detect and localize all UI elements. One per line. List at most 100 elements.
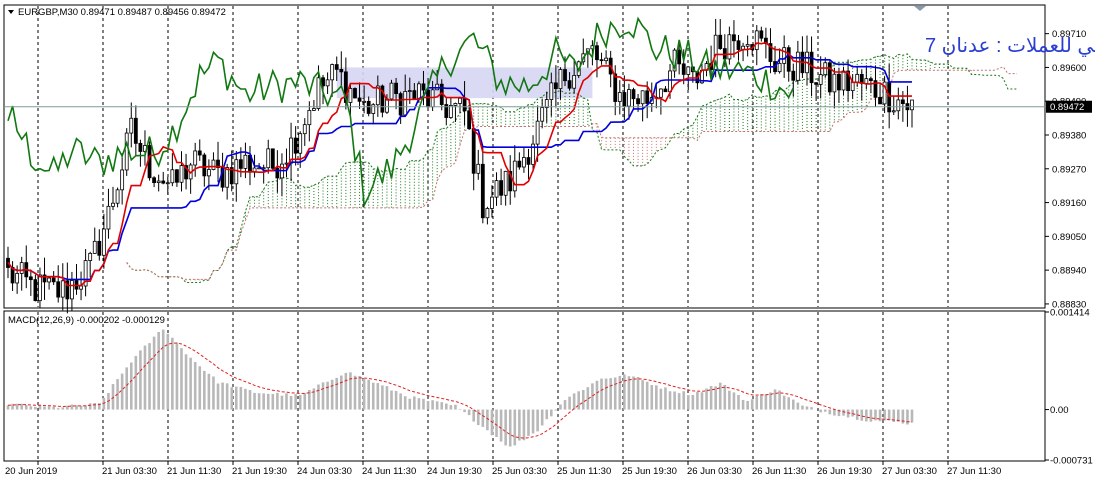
candle-body — [362, 100, 367, 103]
candle-body — [549, 82, 554, 100]
candle-body — [458, 97, 462, 104]
candle-body — [56, 281, 61, 298]
price-tick-label: 0.89380 — [1052, 131, 1086, 142]
candle-body — [111, 202, 115, 207]
candle-body — [896, 99, 901, 112]
candle-body — [467, 110, 472, 130]
candle-body — [462, 97, 467, 112]
candle-body — [353, 88, 357, 99]
candle-body — [814, 82, 819, 85]
candle-body — [777, 62, 782, 73]
candle-body — [732, 34, 736, 42]
price-tick-label: 0.89160 — [1052, 198, 1086, 209]
candle-body — [60, 280, 65, 298]
candle-body — [512, 160, 517, 192]
overlay-title: التحليل التقني اليومي للعملات : عدنان 7 — [925, 35, 1095, 58]
time-tick-label: 26 Jun 19:30 — [817, 466, 872, 477]
candle-body — [284, 162, 289, 165]
chart-canvas[interactable]: 0.897100.896000.894900.893800.892700.891… — [0, 0, 1095, 485]
candle-body — [348, 88, 353, 103]
candle-body — [827, 62, 832, 93]
candle-body — [357, 97, 362, 102]
time-tick-label: 20 Jun 2019 — [5, 466, 57, 477]
time-tick-label: 25 Jun 11:30 — [557, 466, 611, 477]
time-tick-label: 24 Jun 19:30 — [427, 466, 482, 477]
candle-body — [503, 170, 508, 196]
candle-body — [480, 163, 485, 219]
candle-body — [681, 63, 686, 75]
candle-body — [156, 180, 161, 184]
candle-body — [786, 47, 791, 72]
candle-body — [15, 273, 20, 284]
candle-body — [79, 285, 83, 290]
candle-body — [837, 73, 841, 91]
time-tick-label: 26 Jun 03:30 — [687, 466, 742, 477]
candle-body — [325, 79, 330, 87]
candle-body — [832, 73, 837, 93]
candle-body — [900, 99, 905, 105]
candle-body — [403, 91, 408, 116]
time-tick-label: 26 Jun 11:30 — [752, 466, 806, 477]
candle-body — [818, 74, 823, 85]
time-tick-label: 27 Jun 11:30 — [947, 466, 1001, 477]
candle-body — [636, 98, 640, 105]
candle-body — [435, 83, 440, 91]
candle-body — [275, 167, 280, 179]
candle-body — [540, 107, 545, 122]
candle-body — [448, 105, 453, 118]
candle-body — [161, 180, 166, 184]
candle-body — [202, 154, 207, 177]
candle-body — [19, 262, 24, 274]
candle-body — [599, 59, 604, 62]
candle-body — [891, 110, 896, 113]
mt4-chart-window[interactable]: 0.897100.896000.894900.893800.892700.891… — [0, 0, 1095, 485]
candle-body — [727, 34, 732, 60]
candle-body — [869, 78, 873, 82]
candle-body — [371, 104, 376, 114]
candle-body — [302, 124, 307, 135]
candle-body — [535, 120, 540, 145]
candle-body — [841, 70, 846, 91]
candle-body — [88, 252, 93, 261]
candle-body — [759, 30, 764, 39]
candle-body — [225, 167, 230, 188]
candle-body — [613, 73, 618, 102]
candle-body — [70, 280, 74, 300]
candle-body — [809, 51, 814, 84]
candle-body — [421, 83, 426, 91]
candle-body — [864, 78, 869, 84]
candle-body — [334, 64, 339, 70]
price-tick-label: 0.89600 — [1052, 63, 1086, 74]
time-tick-label: 24 Jun 03:30 — [297, 466, 352, 477]
candle-body — [120, 169, 125, 191]
time-tick-label: 25 Jun 03:30 — [492, 466, 547, 477]
price-tick-label: 0.88940 — [1052, 266, 1086, 277]
candle-body — [745, 44, 750, 47]
candle-body — [453, 103, 458, 106]
candle-body — [736, 40, 741, 50]
candle-body — [878, 96, 882, 105]
candle-body — [339, 68, 344, 73]
candle-body — [795, 51, 800, 81]
macd-tick-label: 0.001414 — [1050, 308, 1090, 319]
candle-body — [412, 90, 417, 100]
candle-body — [490, 196, 494, 209]
candle-body — [494, 180, 499, 198]
candle-body — [129, 117, 134, 134]
candle-body — [38, 274, 42, 302]
candle-body — [855, 74, 860, 83]
candle-body — [316, 77, 321, 109]
candle-body — [485, 208, 490, 219]
candle-body — [595, 45, 599, 61]
symbol-info: EURGBP,M30 0.89471 0.89487 0.89456 0.894… — [18, 7, 226, 18]
candle-body — [101, 228, 106, 256]
candle-body — [385, 98, 389, 113]
candle-body — [645, 90, 650, 104]
candle-body — [558, 69, 563, 90]
candle-body — [604, 57, 609, 62]
candle-body — [686, 66, 691, 75]
current-price-label: 0.89472 — [1050, 102, 1084, 113]
candle-body — [311, 108, 316, 111]
candle-body — [115, 189, 120, 204]
candle-body — [627, 89, 631, 107]
